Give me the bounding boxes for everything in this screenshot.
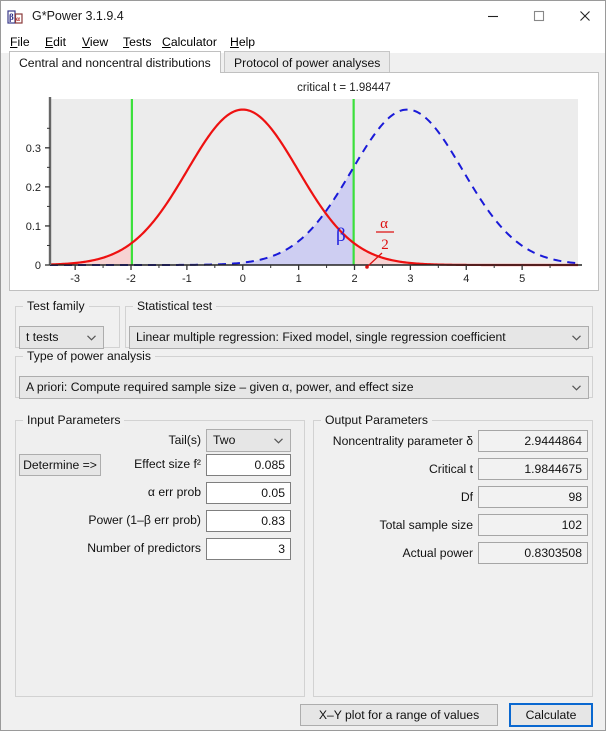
svg-text:α: α [380, 216, 388, 232]
svg-text:0: 0 [35, 260, 41, 272]
tab-protocol-of-power-analyses[interactable]: Protocol of power analyses [224, 51, 391, 73]
xy-plot-button[interactable]: X–Y plot for a range of values [300, 704, 498, 726]
svg-text:-1: -1 [182, 273, 192, 285]
svg-text:α: α [16, 15, 20, 23]
tails-value: Two [213, 433, 236, 447]
distribution-plot-panel: -3 -2 -1 0 1 2 3 4 5 0 0.1 0.2 0.3 critical t = 1.98… [9, 72, 599, 291]
window-title: G*Power 3.1.9.4 [32, 9, 124, 23]
noncentrality-parameter-label: Noncentrality parameter δ [332, 434, 473, 448]
svg-text:-2: -2 [126, 273, 136, 285]
svg-text:2: 2 [351, 273, 357, 285]
tab-strip: Central and noncentral distributions Pro… [9, 51, 599, 73]
power-label: Power (1–β err prob) [88, 513, 201, 527]
distribution-plot[interactable]: -3 -2 -1 0 1 2 3 4 5 0 0.1 0.2 0.3 critical t = 1.98… [10, 73, 598, 290]
calculate-button[interactable]: Calculate [509, 703, 593, 727]
critical-t-label: critical t = 1.98447 [297, 82, 391, 94]
tab-central-and-noncentral-distributions[interactable]: Central and noncentral distributions [9, 51, 221, 73]
df-value: 98 [478, 486, 588, 508]
chevron-down-icon [87, 335, 96, 341]
beta-annotation: β [336, 225, 346, 246]
number-of-predictors-input[interactable]: 3 [206, 538, 291, 560]
gpower-window: β α G*Power 3.1.9.4 File Edit View Tests… [0, 0, 606, 731]
gpower-app-icon: β α [7, 8, 25, 26]
tails-label: Tail(s) [168, 433, 202, 447]
svg-text:-3: -3 [70, 273, 80, 285]
svg-text:1: 1 [296, 273, 302, 285]
effect-size-label: Effect size f² [134, 457, 201, 471]
chevron-down-icon [274, 438, 283, 444]
actual-power-value: 0.8303508 [478, 542, 588, 564]
total-sample-size-value: 102 [478, 514, 588, 536]
test-family-value: t tests [26, 330, 59, 344]
menu-view[interactable]: View [77, 34, 113, 51]
actual-power-label: Actual power [402, 546, 473, 560]
tails-select[interactable]: Two [206, 429, 291, 452]
close-button[interactable] [562, 1, 605, 31]
statistical-test-title: Statistical test [133, 299, 217, 313]
menu-tests[interactable]: Tests [118, 34, 156, 51]
critical-t-label-output: Critical t [428, 462, 473, 476]
noncentrality-parameter-value: 2.9444864 [478, 430, 588, 452]
alpha-err-prob-input[interactable]: 0.05 [206, 482, 291, 504]
chevron-down-icon [572, 385, 581, 391]
svg-text:0: 0 [240, 273, 246, 285]
menu-bar: File Edit View Tests Calculator Help [1, 32, 605, 53]
svg-text:2: 2 [381, 237, 389, 253]
test-family-title: Test family [23, 299, 89, 313]
menu-help[interactable]: Help [225, 34, 260, 51]
total-sample-size-label: Total sample size [379, 518, 473, 532]
menu-file[interactable]: File [5, 34, 35, 51]
menu-edit[interactable]: Edit [40, 34, 71, 51]
statistical-test-select[interactable]: Linear multiple regression: Fixed model,… [129, 326, 589, 349]
power-analysis-type-select[interactable]: A priori: Compute required sample size –… [19, 376, 589, 399]
effect-size-input[interactable]: 0.085 [206, 454, 291, 476]
statistical-test-value: Linear multiple regression: Fixed model,… [136, 330, 506, 344]
svg-text:3: 3 [407, 273, 413, 285]
power-analysis-type-title: Type of power analysis [23, 349, 155, 363]
minimize-button[interactable] [470, 1, 515, 31]
output-parameters-title: Output Parameters [321, 413, 432, 427]
critical-t-value: 1.9844675 [478, 458, 588, 480]
alpha-err-prob-label: α err prob [147, 485, 201, 499]
power-analysis-type-value: A priori: Compute required sample size –… [26, 380, 414, 394]
test-family-select[interactable]: t tests [19, 326, 104, 349]
svg-text:5: 5 [519, 273, 525, 285]
svg-text:0.3: 0.3 [26, 143, 41, 155]
df-label: Df [460, 490, 473, 504]
svg-text:0.1: 0.1 [26, 221, 41, 233]
svg-text:4: 4 [463, 273, 469, 285]
number-of-predictors-label: Number of predictors [87, 541, 201, 555]
title-bar: β α G*Power 3.1.9.4 [1, 1, 605, 32]
power-input[interactable]: 0.83 [206, 510, 291, 532]
maximize-button[interactable] [516, 1, 561, 31]
svg-text:β: β [9, 12, 14, 22]
chevron-down-icon [572, 335, 581, 341]
menu-calculator[interactable]: Calculator [157, 34, 222, 51]
input-parameters-title: Input Parameters [23, 413, 125, 427]
svg-text:0.2: 0.2 [26, 182, 41, 194]
